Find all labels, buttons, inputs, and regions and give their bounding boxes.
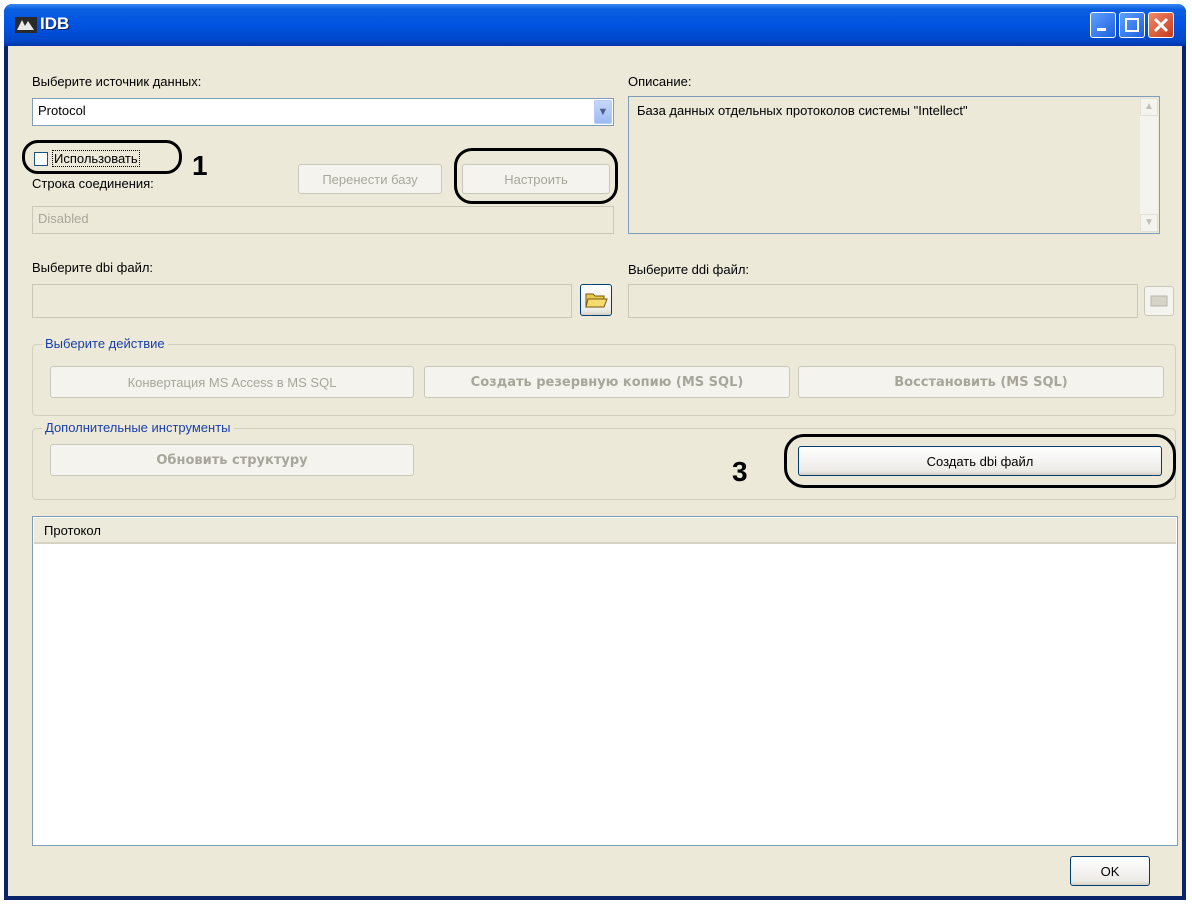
- annotation-number-3: 3: [732, 456, 748, 487]
- browse-ddi-button[interactable]: [1144, 286, 1174, 316]
- ddi-label: Выберите ddi файл:: [628, 262, 750, 277]
- create-backup-button[interactable]: Создать резервную копию (MS SQL): [424, 366, 790, 398]
- close-button[interactable]: [1148, 12, 1174, 38]
- description-box: База данных отдельных протоколов системы…: [628, 96, 1160, 234]
- dbi-label: Выберите dbi файл:: [32, 260, 154, 275]
- app-icon: [15, 17, 37, 33]
- folder-icon: [1150, 295, 1168, 307]
- migrate-db-button[interactable]: Перенести базу: [298, 164, 442, 194]
- folder-open-icon: [585, 293, 608, 308]
- dropdown-arrow-icon[interactable]: ▼: [594, 100, 612, 124]
- annotation-oval-1: [22, 140, 182, 174]
- description-label: Описание:: [628, 74, 692, 89]
- datasource-label: Выберите источник данных:: [32, 74, 202, 89]
- app-window: IDB Выберите источник данных: Protocol ▼…: [4, 4, 1186, 900]
- maximize-icon: [1125, 18, 1139, 32]
- update-structure-button[interactable]: Обновить структуру: [50, 444, 414, 476]
- restore-button[interactable]: Восстановить (MS SQL): [798, 366, 1164, 398]
- annotation-oval-2: [454, 148, 618, 204]
- convert-access-to-sql-button[interactable]: Конвертация MS Access в MS SQL: [50, 366, 414, 398]
- connection-label: Строка соединения:: [32, 176, 154, 191]
- browse-dbi-button[interactable]: [580, 284, 612, 316]
- protocol-log-list[interactable]: Протокол: [32, 516, 1178, 846]
- ddi-file-field[interactable]: [628, 284, 1138, 318]
- dbi-file-field[interactable]: [32, 284, 572, 318]
- action-group-title: Выберите действие: [42, 336, 168, 351]
- minimize-button[interactable]: [1090, 12, 1116, 38]
- close-icon: [1153, 17, 1169, 33]
- annotation-oval-3: [784, 434, 1176, 488]
- dialog-body: Выберите источник данных: Protocol ▼ Исп…: [8, 46, 1182, 896]
- tools-group-title: Дополнительные инструменты: [42, 420, 234, 435]
- title-bar[interactable]: IDB: [4, 4, 1186, 46]
- scroll-down-icon[interactable]: ▼: [1140, 214, 1158, 232]
- connection-string-field[interactable]: Disabled: [32, 206, 614, 234]
- datasource-value: Protocol: [38, 103, 86, 118]
- window-title: IDB: [40, 14, 70, 33]
- minimize-icon: [1097, 28, 1106, 31]
- description-scrollbar[interactable]: ▲ ▼: [1140, 98, 1158, 232]
- datasource-combobox[interactable]: Protocol ▼: [32, 98, 614, 126]
- annotation-number-1: 1: [192, 150, 208, 181]
- scroll-up-icon[interactable]: ▲: [1140, 98, 1158, 116]
- maximize-button[interactable]: [1119, 12, 1145, 38]
- description-text: База данных отдельных протоколов системы…: [637, 103, 968, 118]
- protocol-column-header[interactable]: Протокол: [34, 518, 1176, 544]
- ok-button[interactable]: OK: [1070, 856, 1150, 886]
